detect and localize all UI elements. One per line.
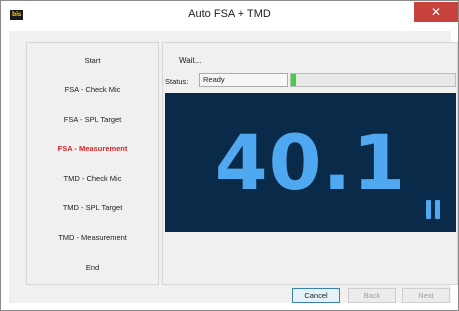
close-icon: ✕ [430,5,442,19]
step-end: End [85,263,100,272]
wizard-window: bis Auto FSA + TMD ✕ Start FSA - Check M… [0,0,459,311]
progress-bar [290,73,456,87]
wizard-body: Start FSA - Check Mic FSA - SPL Target F… [9,31,458,303]
step-fsa-check-mic: FSA - Check Mic [64,85,121,94]
step-fsa-spl-target: FSA - SPL Target [63,115,122,124]
next-button[interactable]: Next [402,288,450,303]
back-button[interactable]: Back [348,288,396,303]
level-reading: 40.1 [214,118,407,207]
title-bar: bis Auto FSA + TMD ✕ [1,1,458,29]
step-fsa-measurement: FSA - Measurement [57,144,128,153]
progress-fill [291,74,296,86]
window-title: Auto FSA + TMD [188,8,271,20]
steps-panel: Start FSA - Check Mic FSA - SPL Target F… [26,42,159,285]
level-display: 40.1 [165,93,456,232]
step-start: Start [84,56,101,65]
status-label: Status: [165,77,189,86]
step-tmd-check-mic: TMD - Check Mic [63,174,122,183]
wait-message: Wait... [179,56,202,65]
close-button[interactable]: ✕ [414,2,458,22]
cancel-button[interactable]: Cancel [292,288,340,303]
step-tmd-measurement: TMD - Measurement [58,233,127,242]
status-field: Ready [199,73,288,87]
measurement-panel: Wait... Status: Ready 40.1 [162,42,458,285]
pause-icon[interactable] [426,200,440,219]
step-tmd-spl-target: TMD - SPL Target [62,203,123,212]
